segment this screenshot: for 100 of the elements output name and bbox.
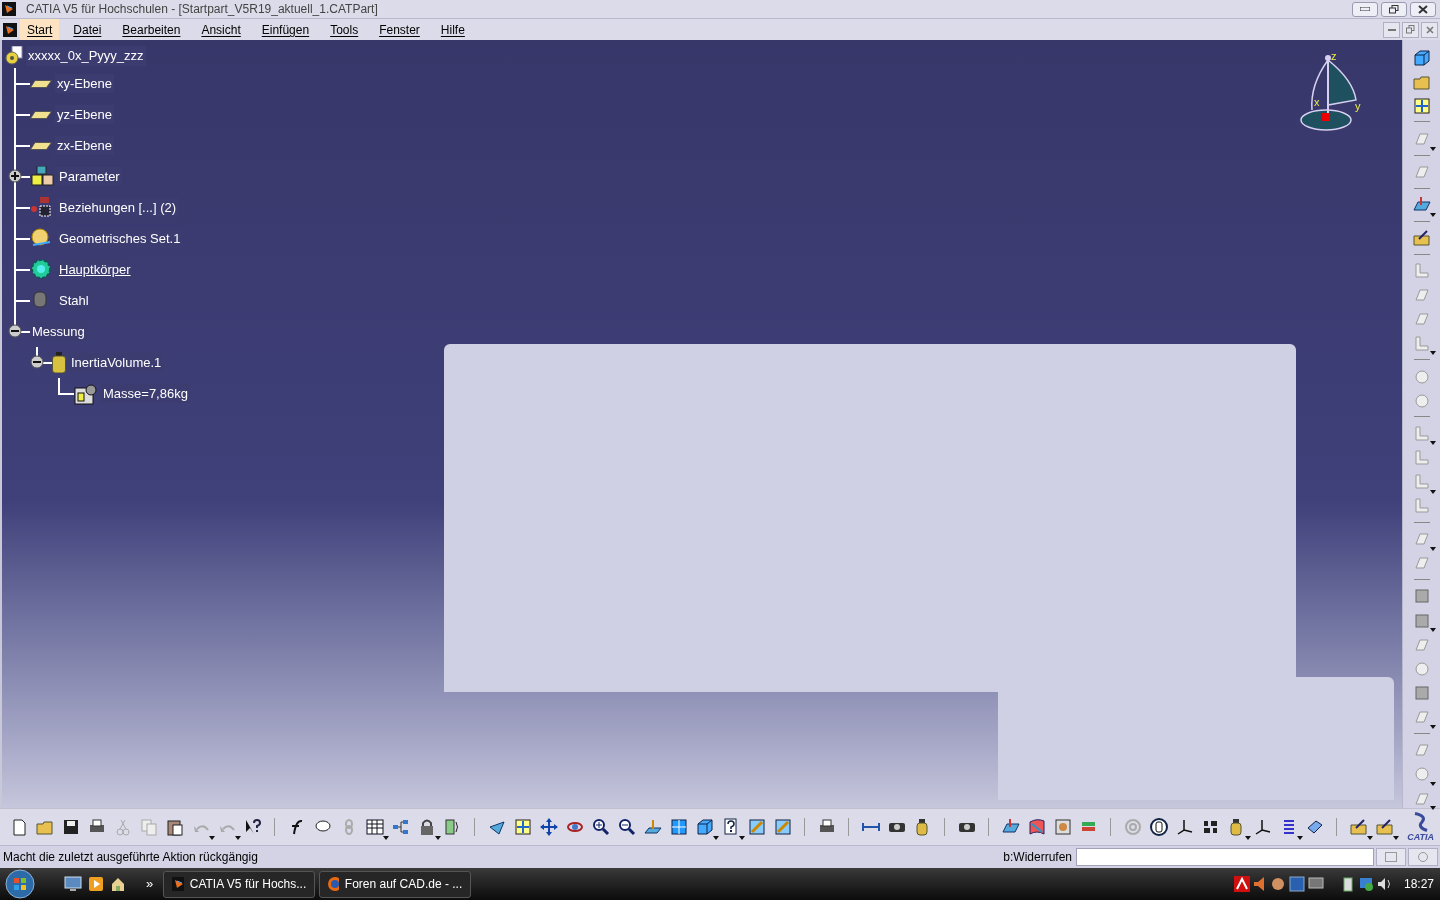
- move-arrows-icon: [540, 818, 558, 836]
- dropdown-caret-icon: [1429, 724, 1436, 729]
- battery-icon[interactable]: [1340, 876, 1355, 892]
- plane-icon: [30, 141, 52, 150]
- toolbar-button[interactable]: [538, 816, 560, 838]
- axis-system-icon: [1254, 818, 1272, 836]
- dropdown-caret-icon: [1429, 806, 1436, 811]
- menu-item[interactable]: Start: [20, 19, 60, 40]
- minimize-icon: [1360, 7, 1370, 11]
- app-logo-icon[interactable]: [3, 22, 17, 37]
- toolbar-button[interactable]: [1348, 816, 1370, 838]
- box-icon: [74, 382, 98, 405]
- fit-all-icon: [1412, 96, 1431, 115]
- gear-icon: [30, 258, 54, 281]
- clipboard-icon: [166, 818, 184, 836]
- sketch-icon: [1002, 818, 1020, 836]
- tree-item[interactable]: InertiaVolume.1: [69, 352, 164, 373]
- tree-item[interactable]: Messung: [30, 321, 87, 342]
- cube-icon: [696, 818, 714, 836]
- toolbar-button[interactable]: [1026, 816, 1048, 838]
- expand-toggle-icon[interactable]: [8, 169, 22, 183]
- square-icon: [1412, 684, 1431, 703]
- square-icon: [1412, 587, 1431, 606]
- copy-icon: [140, 818, 158, 836]
- volume-icon[interactable]: [1376, 876, 1393, 892]
- cylinder-icon: [52, 352, 66, 373]
- tree-item[interactable]: xy-Ebene: [55, 73, 114, 94]
- brand-logo-icon: [1412, 812, 1429, 832]
- sketch-icon: [1412, 196, 1431, 214]
- l-shape-icon: [1412, 262, 1431, 281]
- l-shape-icon: [1412, 497, 1431, 516]
- dropdown-caret-icon: [739, 836, 745, 840]
- menu-item[interactable]: Datei: [66, 19, 109, 40]
- l-shape-icon: [1412, 334, 1431, 353]
- dropdown-caret-icon: [1429, 351, 1436, 356]
- magnifier-icon: [1417, 851, 1429, 863]
- plane-icon: [30, 79, 52, 88]
- collapse-toggle-icon[interactable]: [8, 324, 22, 338]
- menu-item[interactable]: Tools: [323, 19, 366, 40]
- toolbar-button[interactable]: [364, 816, 386, 838]
- restore-button[interactable]: [1381, 1, 1407, 17]
- dropdown-caret-icon: [1429, 441, 1436, 446]
- menu-item[interactable]: Ansicht: [194, 19, 248, 40]
- table-icon: [366, 818, 384, 836]
- desktop-icon[interactable]: [64, 876, 82, 892]
- speaker-icon[interactable]: [1252, 876, 1267, 892]
- fit-all-icon: [514, 818, 532, 836]
- menu-item[interactable]: Fenster: [372, 19, 427, 40]
- command-input[interactable]: [1076, 848, 1374, 866]
- close-button[interactable]: [1410, 1, 1436, 17]
- padlock-icon: [418, 818, 436, 836]
- menu-item[interactable]: Hilfe: [433, 19, 472, 40]
- dropdown-caret-icon: [383, 836, 389, 840]
- l-shape-icon: [1412, 448, 1431, 467]
- swap-view-icon: [774, 818, 792, 836]
- 3d-viewport[interactable]: xxxxx_0x_Pyyy_zzz xy-Ebene yz-Ebene zx-Ebene Parameter Beziehungen [...] (2) Geometrisches Set.1 Hauptkörper Stahl Messung InertiaVolume.1 Masse=7,86kg z x y: [0, 40, 1402, 808]
- folder-pencil-icon: [1350, 818, 1368, 836]
- question-icon: [722, 818, 740, 836]
- app-logo-icon: [172, 877, 184, 891]
- blocks-icon: [30, 165, 54, 188]
- restore-icon: [1406, 25, 1415, 34]
- circle-icon: [1412, 765, 1431, 784]
- minimize-button[interactable]: [1383, 21, 1400, 38]
- dropdown-caret-icon: [235, 836, 241, 840]
- dropdown-caret-icon: [1297, 836, 1303, 840]
- zoom-out-icon: [618, 818, 636, 836]
- toolbar-button[interactable]: [1374, 816, 1396, 838]
- tree-item[interactable]: xxxxx_0x_Pyyy_zzz: [26, 46, 146, 66]
- tree-item[interactable]: Masse=7,86kg: [101, 383, 190, 404]
- toolbar-button[interactable]: [616, 816, 638, 838]
- dropdown-caret-icon: [209, 836, 215, 840]
- circle-icon: [1412, 391, 1431, 410]
- taskbar-button[interactable]: CATIA V5 für Hochs...: [163, 870, 316, 898]
- overflow-chevron[interactable]: »: [146, 874, 154, 894]
- surface-icon: [1028, 818, 1046, 836]
- axis-label: y: [1355, 100, 1361, 112]
- toolbar-button[interactable]: [694, 816, 716, 838]
- l-shape-icon: [1412, 424, 1431, 443]
- zoom-in-icon: [592, 818, 610, 836]
- axis-system-icon: [1176, 818, 1194, 836]
- house-icon[interactable]: [110, 876, 126, 892]
- monitor-icon[interactable]: [1307, 876, 1324, 892]
- menu-item[interactable]: Einfügen: [254, 19, 317, 40]
- folder-pencil-icon: [1376, 818, 1394, 836]
- restore-icon: [1389, 4, 1399, 14]
- dropdown-caret-icon: [1429, 146, 1436, 151]
- toolbar-button[interactable]: [590, 816, 612, 838]
- dropdown-caret-icon: [435, 836, 441, 840]
- taskbar-button[interactable]: Foren auf CAD.de - ...: [319, 870, 472, 898]
- plane-icon: [30, 110, 52, 119]
- l-shape-icon: [1412, 473, 1431, 492]
- tree-item[interactable]: yz-Ebene: [55, 104, 114, 125]
- menu-item[interactable]: Bearbeiten: [115, 19, 188, 40]
- scissors-icon: [114, 818, 132, 836]
- media-player-icon[interactable]: [88, 876, 104, 892]
- toolbar-button[interactable]: [1410, 228, 1433, 248]
- dropdown-caret-icon: [713, 836, 719, 840]
- normal-view-icon: [644, 818, 662, 836]
- clock[interactable]: 18:27: [1403, 875, 1434, 893]
- collapse-toggle-icon[interactable]: [30, 355, 44, 369]
